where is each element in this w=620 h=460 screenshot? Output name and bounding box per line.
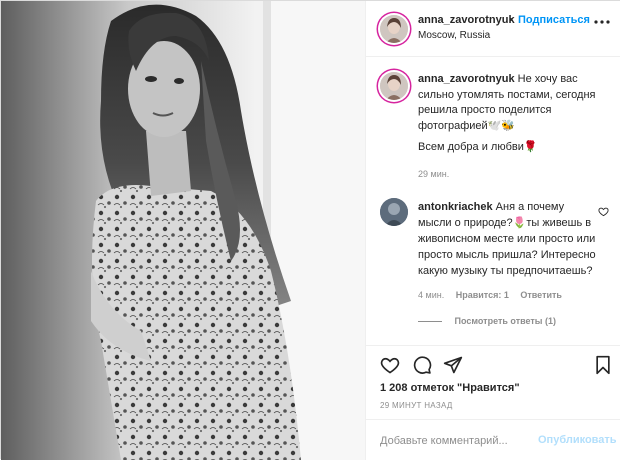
instagram-post-modal: anna_zavorotnyuk • Подписаться Moscow, R… (0, 0, 620, 460)
bookmark-icon[interactable] (593, 355, 613, 375)
comment-likes-count[interactable]: Нравится: 1 (456, 290, 509, 300)
author-avatar[interactable] (380, 15, 408, 43)
avatar-image (380, 198, 408, 226)
likes-count[interactable]: 1 208 отметок "Нравится" (380, 382, 520, 394)
view-replies-button[interactable]: Посмотреть ответы (1) (418, 316, 556, 326)
caption-time[interactable]: 29 мин. (418, 169, 449, 179)
share-icon[interactable] (443, 355, 463, 375)
view-replies-label: Посмотреть ответы (1) (454, 316, 556, 326)
post-location[interactable]: Moscow, Russia (418, 30, 490, 41)
commenter-avatar[interactable] (380, 198, 408, 226)
post-photo-image (1, 1, 365, 460)
post-photo[interactable] (1, 1, 365, 460)
post-actions-bar (366, 345, 620, 381)
reply-button[interactable]: Ответить (520, 290, 562, 300)
separator-dot: • (509, 14, 513, 26)
add-comment-bar: Опубликовать (366, 419, 620, 460)
caption-text-block: anna_zavorotnyuk Не хочу вас сильно утом… (418, 72, 614, 134)
author-username[interactable]: anna_zavorotnyuk (418, 14, 515, 26)
comment-meta: 4 мин. Нравится: 1 Ответить (418, 290, 571, 300)
publish-button[interactable]: Опубликовать (538, 434, 617, 446)
post-header: anna_zavorotnyuk • Подписаться Moscow, R… (366, 1, 620, 57)
commenter-username[interactable]: antonkriachek (418, 201, 493, 213)
posted-time[interactable]: 29 МИНУТ НАЗАД (380, 401, 453, 410)
avatar-image (380, 15, 408, 43)
heart-icon[interactable] (380, 355, 400, 375)
replies-divider-line (418, 321, 442, 323)
comments-area: anna_zavorotnyuk Не хочу вас сильно утом… (366, 58, 620, 345)
comment-time[interactable]: 4 мин. (418, 290, 444, 300)
more-options-icon[interactable] (593, 13, 611, 31)
follow-button[interactable]: Подписаться (518, 14, 590, 26)
add-comment-input[interactable] (380, 432, 530, 450)
caption-author-avatar[interactable] (380, 72, 408, 100)
post-side-panel: anna_zavorotnyuk • Подписаться Moscow, R… (365, 1, 620, 460)
avatar-image (380, 72, 408, 100)
caption-username[interactable]: anna_zavorotnyuk (418, 73, 515, 85)
comment-like-heart-icon[interactable] (598, 204, 609, 217)
caption-text-second: Всем добра и любви🌹 (418, 141, 538, 153)
comment-text-block: antonkriachek Аня а почему мысли о приро… (418, 199, 596, 279)
comment-icon[interactable] (412, 355, 432, 375)
